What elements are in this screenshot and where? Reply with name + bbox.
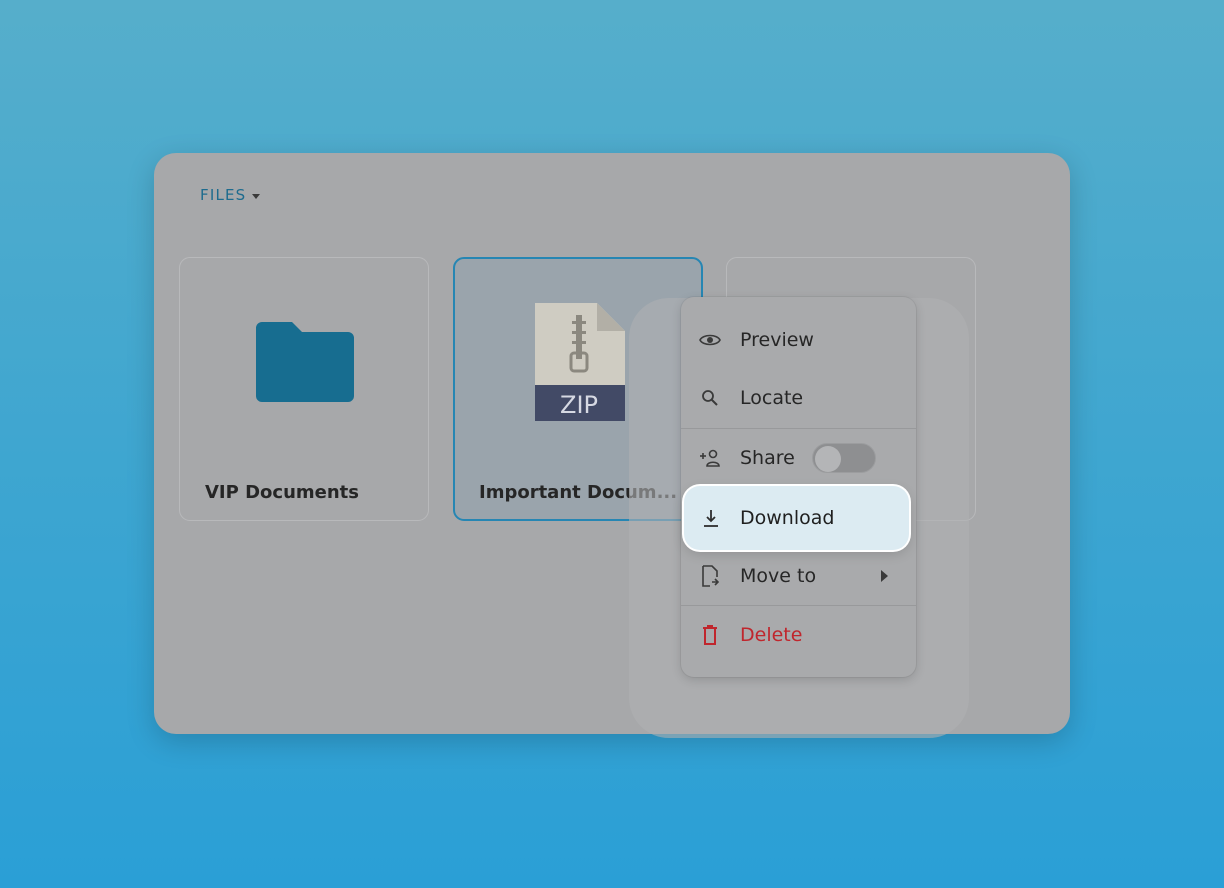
zip-badge-text: ZIP [560, 391, 598, 419]
files-label: FILES [200, 186, 247, 204]
caret-down-icon [252, 193, 261, 199]
menu-item-label: Share [740, 447, 795, 469]
trash-icon [699, 624, 721, 646]
move-file-icon [699, 565, 721, 587]
download-icon [700, 507, 722, 529]
menu-item-label: Move to [740, 565, 817, 587]
folder-icon [256, 322, 354, 402]
eye-icon [699, 329, 721, 351]
menu-item-download[interactable]: Download [684, 486, 909, 550]
search-icon [699, 387, 721, 409]
menu-item-locate[interactable]: Locate [681, 369, 916, 427]
chevron-right-icon [881, 570, 888, 582]
menu-item-preview[interactable]: Preview [681, 311, 916, 369]
file-card-vip-documents[interactable]: VIP Documents [179, 257, 429, 521]
menu-item-share[interactable]: Share [681, 429, 916, 487]
add-person-icon [699, 447, 721, 469]
menu-item-delete[interactable]: Delete [681, 606, 916, 664]
zip-file-icon: ZIP [535, 303, 625, 421]
share-toggle[interactable] [811, 443, 876, 473]
menu-item-label: Download [740, 507, 835, 529]
files-dropdown[interactable]: FILES [200, 186, 261, 204]
menu-item-label: Delete [740, 624, 803, 646]
menu-item-move-to[interactable]: Move to [681, 547, 916, 605]
menu-item-label: Locate [740, 387, 804, 409]
file-name: VIP Documents [205, 482, 359, 503]
menu-item-label: Preview [740, 329, 814, 351]
toggle-knob [814, 446, 841, 472]
